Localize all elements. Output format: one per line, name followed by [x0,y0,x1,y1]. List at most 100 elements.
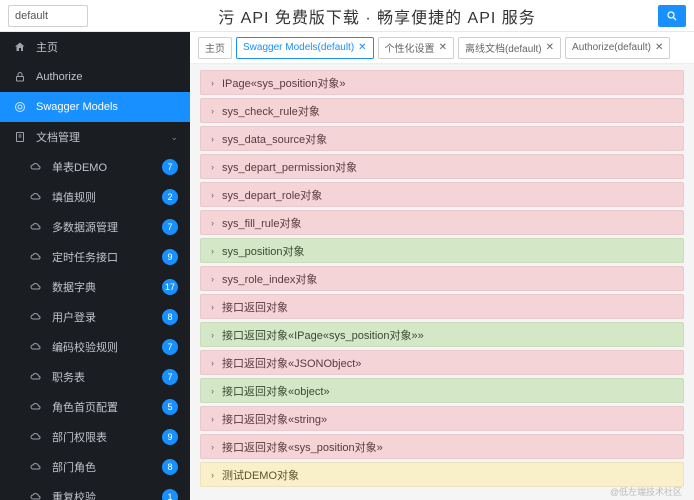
tab[interactable]: 个性化设置✕ [378,37,454,59]
model-row[interactable]: ›接口返回对象«string» [200,406,684,431]
sidebar-item-label: 文档管理 [36,129,80,145]
count-badge: 8 [162,459,178,475]
model-name: 接口返回对象«sys_position对象» [222,439,383,455]
model-row[interactable]: › sys_fill_rule对象 [200,210,684,235]
chevron-right-icon: › [211,470,214,480]
sidebar-item[interactable]: 职务表 7 [0,362,190,392]
model-row[interactable]: › 测试DEMO对象 [200,462,684,487]
close-icon[interactable]: ✕ [546,42,554,53]
sidebar-item-label: Swagger Models [36,101,118,113]
doc-icon [12,131,28,143]
model-name: 接口返回对象«string» [222,411,327,427]
model-row[interactable]: ›接口返回对象 [200,294,684,319]
count-badge: 8 [162,309,178,325]
chevron-right-icon: › [211,162,214,172]
top-bar: 污 API 免费版下载 · 畅享便捷的 API 服务 [0,0,694,32]
model-name: sys_position对象 [222,243,305,259]
cloud-icon [28,431,44,443]
sidebar-item-label: 数据字典 [52,279,96,295]
count-badge: 7 [162,219,178,235]
sidebar: 主页AuthorizeSwagger Models文档管理⌄单表DEMO7填值规… [0,32,190,500]
cloud-icon [28,401,44,413]
sidebar-item-swagger-models[interactable]: Swagger Models [0,92,190,122]
model-row[interactable]: › sys_check_rule对象 [200,98,684,123]
sidebar-item[interactable]: 填值规则 2 [0,182,190,212]
sidebar-item[interactable]: 部门角色8 [0,452,190,482]
model-row[interactable]: ›sys_data_source对象 [200,126,684,151]
page-title: 污 API 免费版下载 · 畅享便捷的 API 服务 [100,4,654,28]
tab[interactable]: 离线文档(default) ✕ [458,37,561,59]
model-row[interactable]: › sys_depart_permission对象 [200,154,684,179]
count-badge: 7 [162,159,178,175]
model-row[interactable]: › 接口返回对象«IPage«sys_position对象»» [200,322,684,347]
sidebar-item[interactable]: 角色首页配置5 [0,392,190,422]
model-row[interactable]: ›接口返回对象«JSONObject» [200,350,684,375]
tab[interactable]: Swagger Models(default) ✕ [236,37,374,59]
model-row[interactable]: ›接口返回对象«sys_position对象» [200,434,684,459]
cloud-icon [28,341,44,353]
model-row[interactable]: › IPage«sys_position对象» [200,70,684,95]
count-badge: 17 [162,279,178,295]
model-name: sys_check_rule对象 [222,103,320,119]
cloud-icon [28,221,44,233]
count-badge: 7 [162,339,178,355]
sidebar-item[interactable]: 部门权限表9 [0,422,190,452]
model-name: IPage«sys_position对象» [222,75,346,91]
chevron-right-icon: › [211,330,214,340]
selector-input[interactable] [8,5,88,27]
sidebar-item-label: 重复校验 [52,489,96,500]
sidebar-item-主页[interactable]: 主页 [0,32,190,62]
models-list: ›IPage«sys_position对象»›sys_check_rule对象›… [190,64,694,500]
sidebar-item-label: 填值规则 [52,189,96,205]
tab[interactable]: 主页 [198,37,232,59]
sidebar-item[interactable]: 单表DEMO7 [0,152,190,182]
cloud-icon [28,281,44,293]
count-badge: 7 [162,369,178,385]
sidebar-item[interactable]: 多数据源管理7 [0,212,190,242]
chevron-right-icon: › [211,246,214,256]
sidebar-item[interactable]: 编码校验规则7 [0,332,190,362]
chevron-right-icon: › [211,358,214,368]
main-area: 主页Swagger Models(default)✕个性化设置✕离线文档(def… [190,32,694,500]
model-name: sys_fill_rule对象 [222,215,301,231]
sidebar-item-label: 职务表 [52,369,85,385]
sidebar-item[interactable]: 重复校验1 [0,482,190,500]
model-name: sys_depart_permission对象 [222,159,357,175]
close-icon[interactable]: ✕ [655,42,663,53]
model-name: 接口返回对象«IPage«sys_position对象»» [222,327,424,343]
tab-label: 离线文档(default) [465,40,542,55]
sidebar-item-label: 定时任务接口 [52,249,118,265]
count-badge: 9 [162,249,178,265]
tab-label: Swagger Models(default) [243,42,354,53]
model-name: 测试DEMO对象 [222,467,299,483]
model-row[interactable]: ›sys_role_index对象 [200,266,684,291]
chevron-right-icon: › [211,274,214,284]
sidebar-item-label: 角色首页配置 [52,399,118,415]
model-row[interactable]: › sys_position对象 [200,238,684,263]
tab-label: Authorize(default) [572,42,651,53]
chevron-right-icon: › [211,218,214,228]
model-name: sys_data_source对象 [222,131,327,147]
search-icon [666,10,678,22]
sidebar-item-authorize[interactable]: Authorize [0,62,190,92]
cloud-icon [28,311,44,323]
cloud-icon [28,461,44,473]
chevron-down-icon: ⌄ [170,132,178,143]
chevron-right-icon: › [211,106,214,116]
close-icon[interactable]: ✕ [439,42,447,53]
sidebar-item[interactable]: 数据字典 17 [0,272,190,302]
count-badge: 2 [162,189,178,205]
model-row[interactable]: ›sys_depart_role对象 [200,182,684,207]
swagger-icon [12,101,28,113]
model-row[interactable]: ›接口返回对象«object» [200,378,684,403]
footer-text: @低左端技术社区 [610,485,682,498]
close-icon[interactable]: ✕ [358,42,366,53]
sidebar-item[interactable]: 定时任务接口 9 [0,242,190,272]
model-name: 接口返回对象 [222,299,288,315]
sidebar-doc-manager[interactable]: 文档管理 ⌄ [0,122,190,152]
sidebar-item-label: 用户登录 [52,309,96,325]
tab[interactable]: Authorize(default) ✕ [565,37,670,59]
sidebar-item[interactable]: 用户登录 8 [0,302,190,332]
search-button[interactable] [658,5,686,27]
chevron-right-icon: › [211,78,214,88]
